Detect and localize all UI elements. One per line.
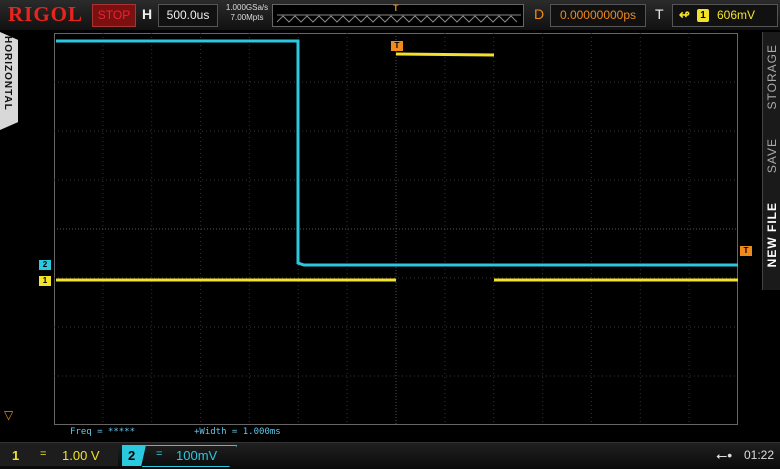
horizontal-tab-label: HORIZONTAL xyxy=(2,36,13,111)
trigger-settings[interactable]: ↫ 1 606mV xyxy=(672,4,778,27)
ch2-settings[interactable]: 2 = 100mV xyxy=(120,445,240,467)
freq-measurement: Freq = ***** xyxy=(70,427,136,437)
horizontal-arrow-icon: ▽ xyxy=(4,408,14,422)
acquisition-info: 1.000GSa/s 7.00Mpts xyxy=(222,3,272,23)
ch1-number: 1 xyxy=(12,448,20,463)
trigger-source-badge: 1 xyxy=(697,9,709,22)
trigger-label: T xyxy=(655,6,664,22)
storage-label[interactable]: STORAGE xyxy=(765,44,779,109)
measurement-bar: Freq = ***** +Width = 1.000ms xyxy=(54,427,738,439)
waveform-grid xyxy=(54,33,738,425)
trigger-level: 606mV xyxy=(717,8,756,22)
ch1-coupling-icon: = xyxy=(40,448,47,460)
ch2-coupling-icon: = xyxy=(156,448,163,460)
ch2-offset-marker[interactable]: 2 xyxy=(39,260,51,270)
memory-depth: 7.00Mpts xyxy=(230,13,264,22)
ch1-waveform-high xyxy=(395,52,495,57)
usb-icon: ⭠• xyxy=(716,447,733,463)
new-file-label[interactable]: NEW FILE xyxy=(765,202,779,267)
ch1-offset-marker[interactable]: 1 xyxy=(39,276,51,286)
clock: 01:22 xyxy=(744,448,775,462)
storage-menu-tab[interactable]: NEW FILE SAVE STORAGE xyxy=(762,32,780,290)
timebase-value[interactable]: 500.0us xyxy=(158,4,218,27)
top-status-bar: RIGOL STOP H 500.0us 1.000GSa/s 7.00Mpts… xyxy=(0,0,780,30)
ch1-settings[interactable]: 1 = 1.00 V xyxy=(0,445,118,466)
horizontal-menu-tab[interactable]: HORIZONTAL xyxy=(0,32,18,130)
memory-overview-bar[interactable]: T xyxy=(272,3,524,27)
delay-label: D xyxy=(534,6,545,22)
brand-logo: RIGOL xyxy=(8,2,84,26)
trigger-level-marker[interactable]: T xyxy=(740,246,752,256)
sample-rate: 1.000GSa/s xyxy=(225,3,269,12)
rising-edge-icon: ↫ xyxy=(679,7,690,22)
ch1-scale: 1.00 V xyxy=(62,448,100,463)
horizontal-label: H xyxy=(142,6,153,22)
memory-trigger-marker: T xyxy=(393,3,399,13)
save-label[interactable]: SAVE xyxy=(765,138,779,173)
ch2-number: 2 xyxy=(128,448,136,463)
run-stop-indicator[interactable]: STOP xyxy=(92,4,136,27)
width-measurement: +Width = 1.000ms xyxy=(194,427,281,437)
channel-status-bar: 1 = 1.00 V 2 = 100mV ⭠• 01:22 xyxy=(0,442,780,469)
trigger-position-marker[interactable]: T xyxy=(391,41,403,51)
ch2-waveform xyxy=(56,39,738,267)
delay-value[interactable]: 0.00000000ps xyxy=(550,4,646,27)
ch2-scale: 100mV xyxy=(176,448,218,463)
